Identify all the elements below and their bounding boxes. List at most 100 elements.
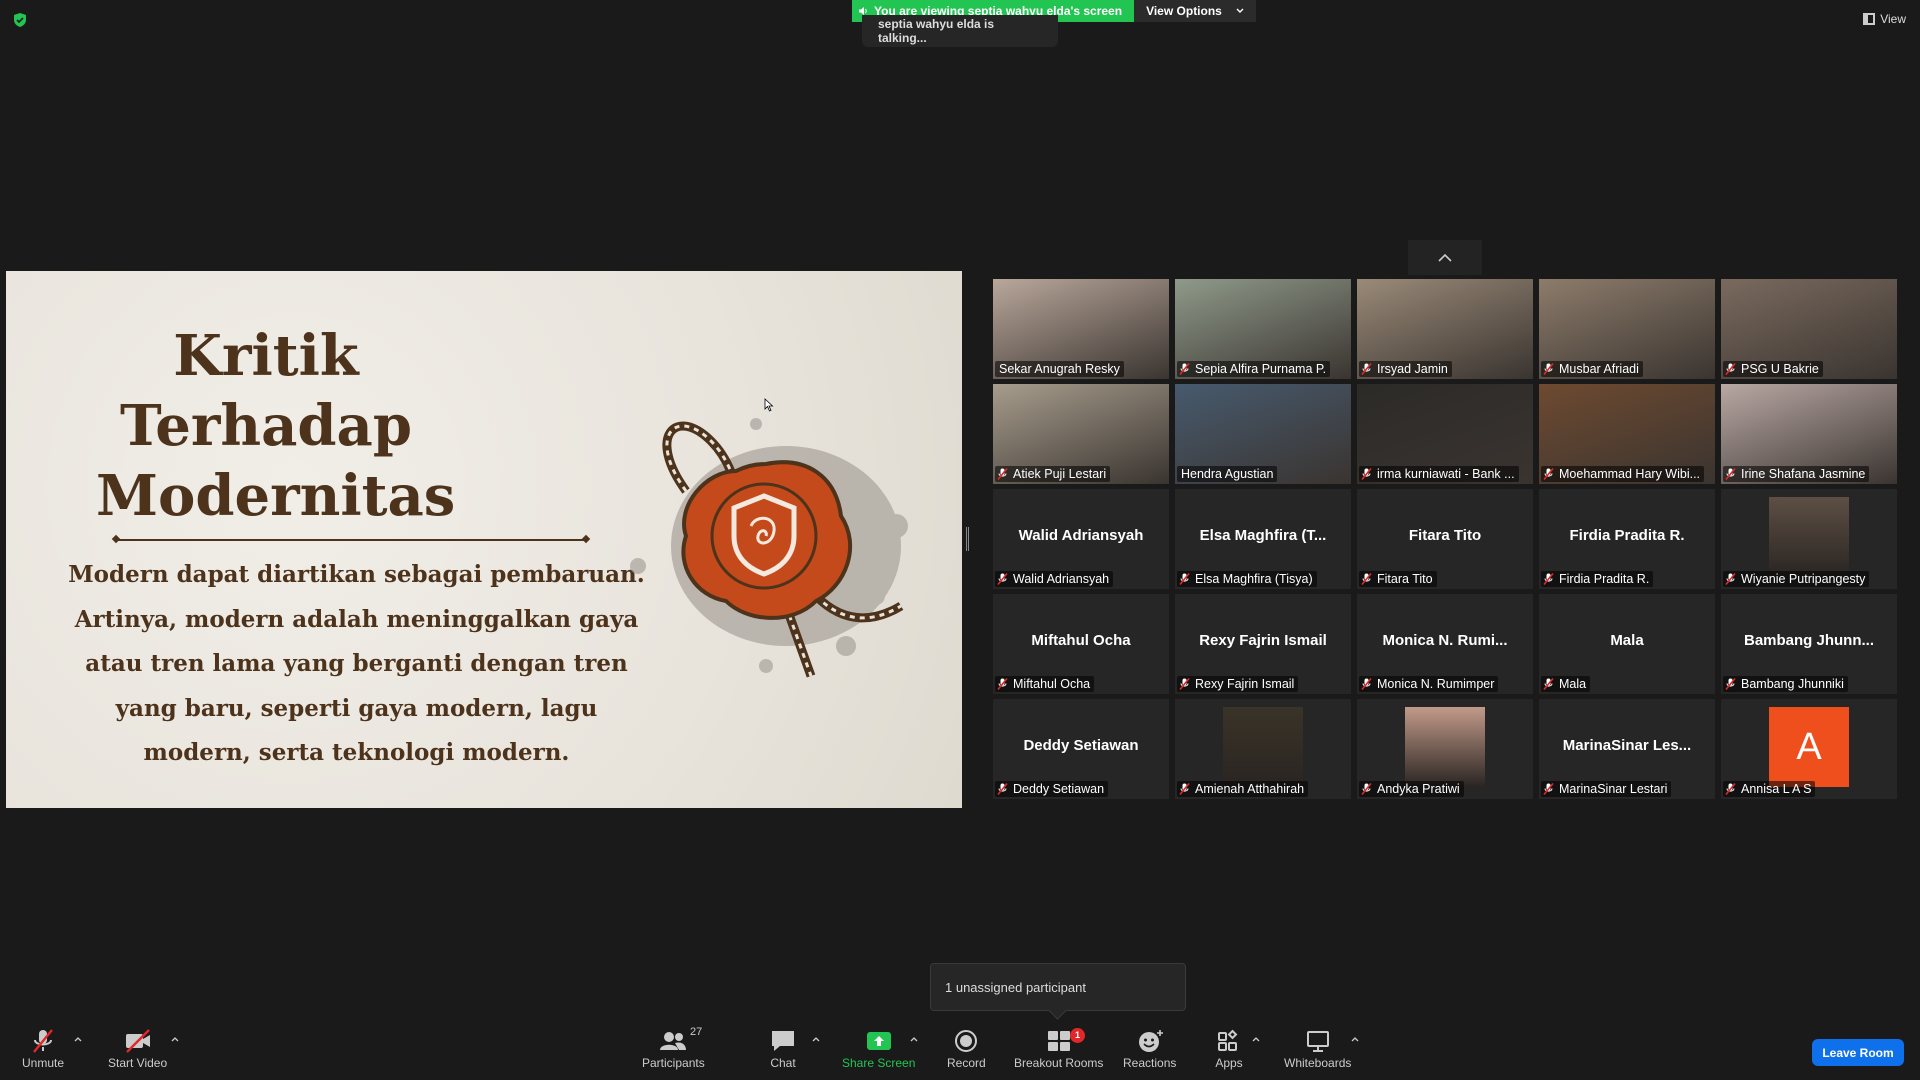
participant-display-name: Rexy Fajrin Ismail [1199, 632, 1327, 649]
participant-name-label: Miftahul Ocha [995, 676, 1095, 692]
whiteboards-button[interactable]: Whiteboards [1284, 1028, 1351, 1070]
participant-tile[interactable]: irma kurniawati - Bank ... [1357, 384, 1533, 484]
share-screen-icon [866, 1032, 891, 1050]
participant-name-label: Atiek Puji Lestari [995, 466, 1111, 482]
participant-tile[interactable]: Moehammad Hary Wibi... [1539, 384, 1715, 484]
participant-tile[interactable]: MarinaSinar Les... MarinaSinar Lestari [1539, 699, 1715, 799]
participant-tile[interactable]: Sekar Anugrah Resky [993, 279, 1169, 379]
chat-options-chevron-icon[interactable] [811, 1034, 821, 1044]
panel-splitter-handle[interactable] [966, 527, 969, 551]
participant-name-label: Andyka Pratiwi [1359, 781, 1464, 797]
share-screen-button[interactable]: Share Screen [842, 1028, 915, 1070]
participant-tile[interactable]: Atiek Puji Lestari [993, 384, 1169, 484]
participant-tile[interactable]: PSG U Bakrie [1721, 279, 1897, 379]
unassigned-participant-tooltip: 1 unassigned participant [930, 963, 1186, 1011]
breakout-rooms-badge: 1 [1070, 1028, 1085, 1043]
slide-body-text: Modern dapat diartikan sebagai pembaruan… [68, 561, 645, 766]
chat-button[interactable]: Chat [768, 1028, 798, 1070]
meeting-toolbar: Unmute Start Video 27 Participants Chat … [0, 1022, 1920, 1080]
participant-display-name: Firdia Pradita R. [1569, 527, 1685, 544]
reactions-button[interactable]: Reactions [1123, 1028, 1176, 1070]
participant-profile-picture [1769, 497, 1849, 577]
microphone-muted-icon [1725, 783, 1736, 795]
start-video-label: Start Video [108, 1056, 168, 1070]
unmute-button[interactable]: Unmute [22, 1028, 64, 1070]
chevron-down-icon [1236, 8, 1244, 13]
share-screen-label: Share Screen [842, 1056, 916, 1070]
microphone-muted-icon [1725, 468, 1736, 480]
participant-profile-picture [1223, 707, 1303, 787]
participants-label: Participants [642, 1056, 705, 1070]
wax-seal-illustration [630, 418, 908, 678]
participant-tile[interactable]: Monica N. Rumi... Monica N. Rumimper [1357, 594, 1533, 694]
participant-name-label: Annisa L A S [1723, 781, 1816, 797]
participant-display-name: Monica N. Rumi... [1382, 632, 1508, 649]
participant-tile[interactable]: Firdia Pradita R. Firdia Pradita R. [1539, 489, 1715, 589]
mouse-cursor-icon [764, 398, 774, 412]
participant-tile[interactable]: Amienah Atthahirah [1175, 699, 1351, 799]
participant-name-label: irma kurniawati - Bank ... [1359, 466, 1519, 482]
participant-name-label: Irsyad Jamin [1359, 361, 1452, 377]
participant-name-label: Wiyanie Putripangesty [1723, 571, 1870, 587]
view-layout-icon [1863, 13, 1876, 25]
participant-name-label: Deddy Setiawan [995, 781, 1109, 797]
participant-tile[interactable]: Sepia Alfira Purnama P. [1175, 279, 1351, 379]
participant-name-label: Hendra Agustian [1177, 466, 1278, 482]
participant-tile[interactable]: Bambang Jhunn... Bambang Jhunniki [1721, 594, 1897, 694]
chat-icon [772, 1031, 794, 1051]
participant-tile[interactable]: A Annisa L A S [1721, 699, 1897, 799]
participant-name-label: Musbar Afriadi [1541, 361, 1643, 377]
participant-name-label: Elsa Maghfira (Tisya) [1177, 571, 1317, 587]
apps-options-chevron-icon[interactable] [1251, 1034, 1261, 1044]
breakout-rooms-icon [1047, 1031, 1070, 1051]
participant-name-label: Monica N. Rumimper [1359, 676, 1499, 692]
shared-screen-slide: Kritik Terhadap Modernitas Modern dapat … [6, 271, 962, 808]
participant-display-name: Mala [1610, 632, 1644, 649]
participant-name-label: Bambang Jhunniki [1723, 676, 1848, 692]
participant-tile[interactable]: Musbar Afriadi [1539, 279, 1715, 379]
apps-button[interactable]: Apps [1214, 1028, 1244, 1070]
participant-tile[interactable]: Rexy Fajrin Ismail Rexy Fajrin Ismail [1175, 594, 1351, 694]
participant-profile-picture [1405, 707, 1485, 787]
slide-title-line-1: Kritik [173, 323, 359, 389]
participant-tile[interactable]: Mala Mala [1539, 594, 1715, 694]
audio-options-chevron-icon[interactable] [73, 1034, 83, 1044]
security-shield-icon[interactable] [12, 12, 28, 28]
microphone-muted-icon [1179, 678, 1190, 690]
participant-tile[interactable]: Hendra Agustian [1175, 384, 1351, 484]
video-options-chevron-icon[interactable] [170, 1034, 180, 1044]
leave-room-label: Leave Room [1822, 1045, 1894, 1060]
participant-name-label: Firdia Pradita R. [1541, 571, 1654, 587]
participant-tile[interactable]: Irine Shafana Jasmine [1721, 384, 1897, 484]
record-button[interactable]: Record [947, 1028, 986, 1070]
microphone-muted-icon [1725, 678, 1736, 690]
view-button[interactable]: View [1863, 12, 1906, 26]
participant-tile[interactable]: Miftahul Ocha Miftahul Ocha [993, 594, 1169, 694]
record-label: Record [947, 1056, 986, 1070]
microphone-muted-icon [1361, 573, 1372, 585]
slide-title-line-3: Modernitas [96, 463, 456, 529]
participants-icon [660, 1032, 687, 1050]
view-options-button[interactable]: View Options [1134, 0, 1256, 22]
participant-tile[interactable]: Walid Adriansyah Walid Adriansyah [993, 489, 1169, 589]
participant-tile[interactable]: Irsyad Jamin [1357, 279, 1533, 379]
chat-label: Chat [770, 1056, 796, 1070]
breakout-rooms-label: Breakout Rooms [1014, 1056, 1104, 1070]
participant-display-name: Elsa Maghfira (T... [1199, 527, 1327, 544]
participants-button[interactable]: 27 Participants [642, 1026, 705, 1070]
participant-tile[interactable]: Wiyanie Putripangesty [1721, 489, 1897, 589]
breakout-rooms-button[interactable]: 1 Breakout Rooms [1014, 1028, 1103, 1070]
participant-tile[interactable]: Andyka Pratiwi [1357, 699, 1533, 799]
participant-name-label: MarinaSinar Lestari [1541, 781, 1672, 797]
collapse-gallery-button[interactable] [1408, 240, 1482, 275]
participant-tile[interactable]: Elsa Maghfira (T... Elsa Maghfira (Tisya) [1175, 489, 1351, 589]
leave-room-button[interactable]: Leave Room [1812, 1039, 1904, 1066]
participant-tile[interactable]: Fitara Tito Fitara Tito [1357, 489, 1533, 589]
share-options-chevron-icon[interactable] [909, 1034, 919, 1044]
whiteboards-options-chevron-icon[interactable] [1350, 1034, 1360, 1044]
start-video-button[interactable]: Start Video [108, 1028, 167, 1070]
participant-tile[interactable]: Deddy Setiawan Deddy Setiawan [993, 699, 1169, 799]
slide-title: Kritik Terhadap Modernitas [96, 321, 456, 531]
microphone-muted-icon [1725, 573, 1736, 585]
microphone-muted-icon [1361, 468, 1372, 480]
